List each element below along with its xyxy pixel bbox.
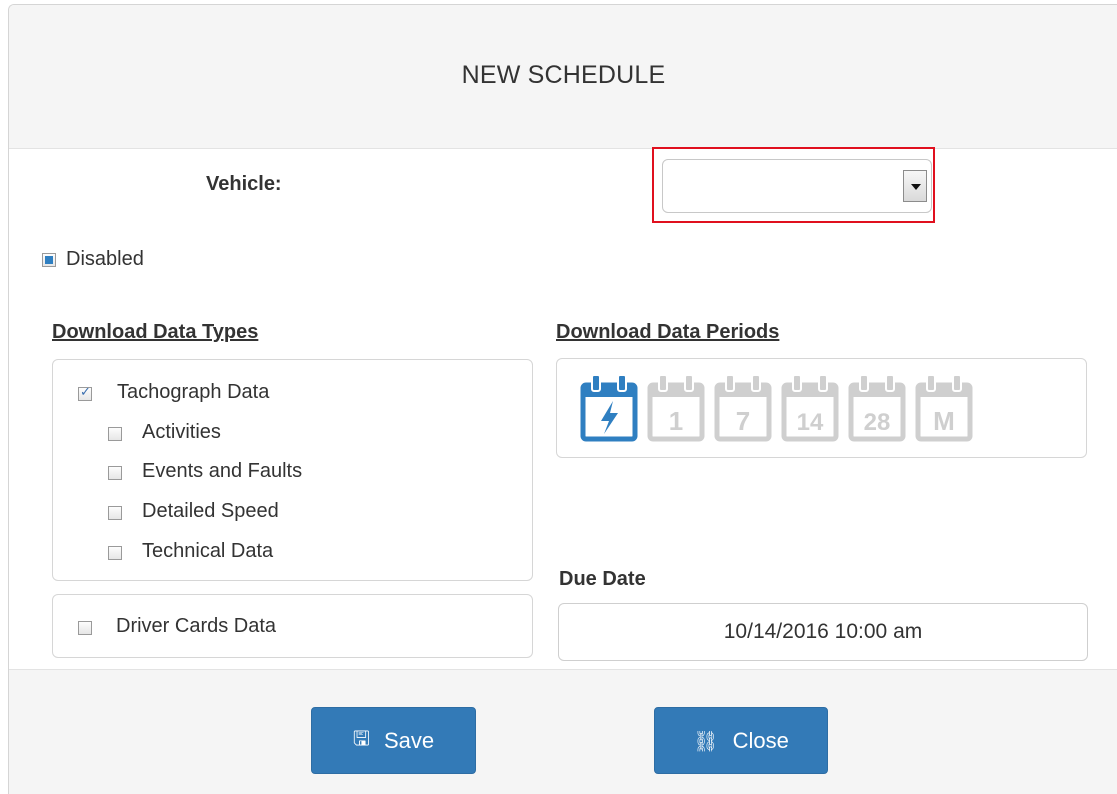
- save-button-label: Save: [383, 727, 435, 753]
- driver-cards-label: Driver Cards Data: [116, 615, 277, 637]
- activities-label: Activities: [142, 421, 221, 443]
- data-types-panel: Tachograph Data Activities Events and Fa…: [52, 359, 533, 581]
- disabled-checkbox[interactable]: [42, 253, 56, 267]
- dialog-title: NEW SCHEDULE: [461, 61, 666, 89]
- lightning-icon: [601, 401, 618, 434]
- period-M[interactable]: M: [912, 371, 976, 443]
- due-date-input[interactable]: 10/14/2016 10:00 am: [558, 603, 1088, 661]
- detailed-speed-checkbox[interactable]: [108, 506, 122, 520]
- save-button[interactable]: 🖫 Save: [311, 707, 476, 774]
- due-date-label: Due Date: [559, 568, 646, 590]
- download-data-periods-heading: Download Data Periods: [556, 321, 780, 343]
- unlink-icon: ⛓: [693, 728, 719, 753]
- tachograph-data-checkbox[interactable]: [78, 385, 92, 401]
- period-label: M: [933, 406, 955, 436]
- period-label: 7: [736, 406, 750, 436]
- chevron-down-icon[interactable]: [903, 170, 927, 202]
- dialog-header: NEW SCHEDULE: [9, 5, 1117, 149]
- close-button-label: Close: [732, 727, 789, 753]
- period-selector: 1 7 14 28 M: [577, 371, 976, 443]
- close-button[interactable]: ⛓ Close: [654, 707, 828, 774]
- vehicle-select[interactable]: [662, 159, 932, 213]
- technical-data-checkbox[interactable]: [108, 546, 122, 560]
- detailed-speed-label: Detailed Speed: [142, 500, 279, 522]
- period-1[interactable]: 1: [644, 371, 708, 443]
- driver-cards-panel: Driver Cards Data: [52, 594, 533, 658]
- vehicle-label: Vehicle:: [206, 173, 282, 195]
- calendar-icon: 1: [647, 374, 705, 442]
- period-7[interactable]: 7: [711, 371, 775, 443]
- calendar-icon: M: [915, 374, 973, 442]
- data-periods-panel: 1 7 14 28 M: [556, 358, 1087, 458]
- period-14[interactable]: 14: [778, 371, 842, 443]
- tachograph-data-label: Tachograph Data: [117, 381, 270, 403]
- calendar-icon: 28: [848, 374, 906, 442]
- driver-cards-checkbox[interactable]: [78, 621, 92, 635]
- events-faults-checkbox[interactable]: [108, 466, 122, 480]
- period-28[interactable]: 28: [845, 371, 909, 443]
- period-label: 1: [669, 406, 683, 436]
- events-faults-label: Events and Faults: [142, 460, 303, 482]
- floppy-disk-icon: 🖫: [352, 725, 370, 750]
- period-now[interactable]: [577, 371, 641, 443]
- technical-data-label: Technical Data: [142, 540, 274, 562]
- period-label: 14: [797, 409, 824, 436]
- calendar-icon: [580, 374, 638, 442]
- download-data-types-heading: Download Data Types: [52, 321, 259, 343]
- new-schedule-dialog: NEW SCHEDULE Vehicle: Disabled Download …: [8, 4, 1117, 794]
- period-label: 28: [864, 409, 891, 436]
- activities-checkbox[interactable]: [108, 427, 122, 441]
- dialog-footer: 🖫 Save ⛓ Close: [9, 669, 1117, 794]
- calendar-icon: 7: [714, 374, 772, 442]
- calendar-icon: 14: [781, 374, 839, 442]
- disabled-label: Disabled: [66, 248, 144, 270]
